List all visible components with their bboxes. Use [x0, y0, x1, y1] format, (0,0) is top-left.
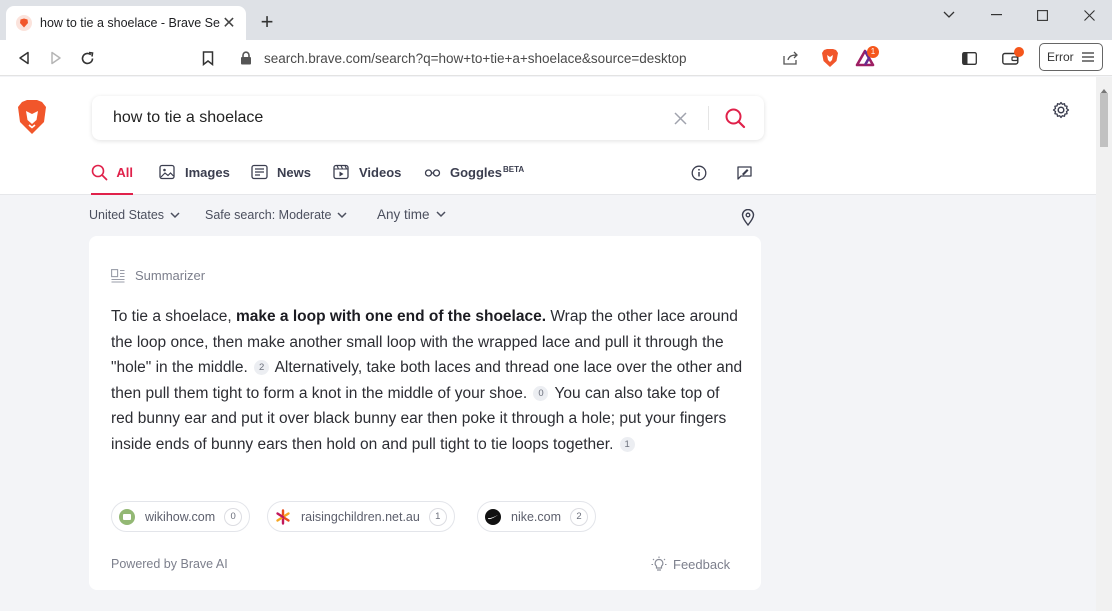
safe-search-filter[interactable]: Safe search: Moderate	[205, 208, 347, 222]
reload-icon[interactable]	[73, 44, 101, 72]
tab-images[interactable]: Images	[159, 164, 230, 195]
url-text: search.brave.com/search?q=how+to+tie+a+s…	[264, 50, 687, 66]
search-divider	[708, 106, 709, 130]
source-chip-nike[interactable]: nike.com 2	[477, 501, 597, 532]
citation-badge[interactable]: 2	[254, 360, 270, 375]
source-number: 2	[570, 507, 589, 526]
chevron-down-icon	[170, 211, 180, 219]
source-domain: wikihow.com	[145, 509, 216, 524]
scrollbar-thumb[interactable]	[1100, 93, 1108, 147]
tab-label: News	[277, 165, 311, 180]
browser-toolbar: search.brave.com/search?q=how+to+tie+a+s…	[0, 40, 1112, 76]
feedback-button[interactable]: Feedback	[651, 556, 730, 572]
browser-tab[interactable]: how to tie a shoelace - Brave Search ✕	[6, 6, 246, 40]
location-pin-icon[interactable]	[741, 209, 757, 227]
region-filter-label: United States	[89, 208, 165, 222]
tab-label: Images	[185, 165, 230, 180]
tab-title: how to tie a shoelace - Brave Search	[40, 16, 220, 30]
goggles-icon	[424, 164, 442, 182]
time-filter-label: Any time	[377, 207, 430, 222]
share-icon[interactable]	[777, 44, 805, 72]
safe-search-filter-label: Safe search: Moderate	[205, 208, 332, 222]
wikihow-favicon-icon	[119, 508, 135, 525]
powered-by-label: Powered by Brave AI	[111, 557, 228, 571]
profile-error-button[interactable]: Error	[1039, 43, 1103, 71]
info-icon[interactable]	[691, 165, 709, 183]
window-close-icon[interactable]	[1066, 0, 1112, 30]
tab-videos[interactable]: Videos	[333, 164, 402, 195]
summary-bold: make a loop with one end of the shoelace…	[235, 308, 547, 325]
source-chip-raisingchildren[interactable]: raisingchildren.net.au 1	[267, 501, 455, 532]
rewards-badge: 1	[867, 46, 879, 58]
feedback-chat-icon[interactable]	[736, 165, 754, 183]
clear-search-icon[interactable]	[670, 108, 690, 128]
lock-icon[interactable]	[240, 51, 254, 65]
error-label: Error	[1047, 50, 1074, 64]
search-box[interactable]: how to tie a shoelace	[92, 96, 764, 140]
search-submit-icon[interactable]	[724, 107, 748, 131]
summarizer-heading: Summarizer	[111, 268, 205, 283]
lightbulb-icon	[651, 556, 667, 572]
tab-strip: how to tie a shoelace - Brave Search ✕ +	[0, 0, 1112, 40]
new-tab-button[interactable]: +	[256, 11, 278, 34]
tab-label: All	[116, 165, 133, 180]
search-input[interactable]: how to tie a shoelace	[113, 109, 263, 127]
brave-lion-icon	[16, 15, 32, 31]
tab-search-chevron-icon[interactable]	[926, 0, 972, 30]
tab-news[interactable]: News	[251, 164, 311, 195]
close-tab-icon[interactable]: ✕	[220, 14, 238, 32]
video-icon	[333, 164, 351, 182]
source-number: 1	[428, 507, 447, 526]
forward-icon[interactable]	[42, 44, 70, 72]
beta-tag: BETA	[503, 165, 525, 174]
search-results-page: how to tie a shoelace All Images News Vi…	[0, 77, 1096, 611]
region-filter[interactable]: United States	[89, 208, 180, 222]
sidebar-toggle-icon[interactable]	[955, 44, 983, 72]
brave-rewards-icon[interactable]: 1	[851, 44, 879, 72]
bookmark-icon[interactable]	[194, 44, 222, 72]
feedback-label: Feedback	[673, 556, 731, 572]
search-icon	[91, 164, 108, 182]
news-icon	[251, 164, 269, 182]
nike-favicon-icon	[485, 508, 501, 525]
tab-label: Goggles	[450, 165, 503, 180]
image-icon	[159, 164, 177, 182]
tab-all[interactable]: All	[91, 164, 133, 195]
tab-label: Videos	[359, 165, 402, 180]
source-number: 0	[224, 507, 243, 526]
menu-icon[interactable]	[1082, 51, 1094, 66]
chevron-down-icon	[436, 211, 446, 218]
summarizer-label: Summarizer	[135, 268, 206, 283]
summarizer-card: Summarizer To tie a shoelace, make a loo…	[89, 236, 761, 590]
summary-part-1: To tie a shoelace,	[111, 308, 236, 325]
settings-gear-icon[interactable]	[1052, 101, 1074, 123]
source-domain: nike.com	[511, 509, 562, 524]
wallet-badge-icon	[1014, 47, 1024, 57]
back-icon[interactable]	[10, 44, 38, 72]
maximize-icon[interactable]	[1019, 0, 1065, 30]
summarizer-icon	[111, 268, 125, 283]
page-scrollbar[interactable]	[1096, 77, 1112, 611]
tab-goggles[interactable]: Goggles BETA	[424, 165, 524, 195]
brave-shields-icon[interactable]	[816, 44, 844, 72]
source-chip-wikihow[interactable]: wikihow.com 0	[111, 501, 251, 532]
source-domain: raisingchildren.net.au	[301, 509, 420, 524]
citation-badge[interactable]: 1	[619, 436, 635, 452]
raisingchildren-favicon-icon	[275, 508, 291, 525]
wallet-icon[interactable]	[996, 44, 1024, 72]
summary-text: To tie a shoelace, make a loop with one …	[111, 304, 743, 457]
citation-badge[interactable]: 0	[533, 385, 549, 401]
chevron-down-icon	[337, 211, 347, 219]
time-filter[interactable]: Any time	[377, 207, 446, 222]
brave-logo-icon[interactable]	[16, 99, 48, 135]
minimize-icon[interactable]	[973, 0, 1019, 30]
search-header: how to tie a shoelace All Images News Vi…	[0, 77, 1096, 195]
